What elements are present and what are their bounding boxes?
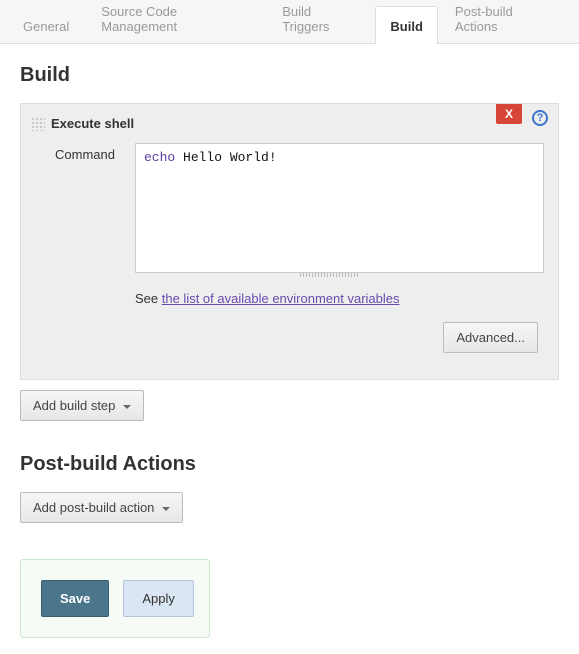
command-label: Command: [55, 143, 125, 162]
footer-actions: Save Apply: [20, 559, 210, 638]
tab-post-build[interactable]: Post-build Actions: [440, 0, 569, 44]
tab-scm[interactable]: Source Code Management: [86, 0, 265, 44]
drag-handle-icon[interactable]: [31, 117, 45, 131]
help-prefix-text: See: [135, 291, 162, 306]
tab-triggers[interactable]: Build Triggers: [267, 0, 373, 44]
build-step-title: Execute shell: [51, 116, 134, 131]
resize-handle-icon[interactable]: [135, 273, 544, 279]
tab-build[interactable]: Build: [375, 6, 438, 44]
post-build-section: Post-build Actions Add post-build action: [20, 453, 559, 523]
apply-button[interactable]: Apply: [123, 580, 194, 617]
post-build-title: Post-build Actions: [20, 453, 559, 476]
env-vars-help: See the list of available environment va…: [135, 291, 544, 306]
tab-general[interactable]: General: [8, 6, 84, 44]
build-steps-container: Execute shell X ? Command echo Hello Wor…: [20, 103, 559, 380]
add-build-step-button[interactable]: Add build step: [20, 390, 144, 421]
save-button[interactable]: Save: [41, 580, 109, 617]
help-icon[interactable]: ?: [532, 110, 548, 126]
content-area: Build Execute shell X ? Command echo Hel…: [0, 44, 579, 654]
env-vars-link[interactable]: the list of available environment variab…: [162, 291, 400, 306]
build-section-title: Build: [20, 64, 559, 87]
build-step-body: Command echo Hello World! See the list o…: [25, 137, 554, 375]
command-textarea[interactable]: echo Hello World!: [135, 143, 544, 273]
build-step-header: Execute shell X ?: [25, 108, 554, 137]
add-post-build-action-button[interactable]: Add post-build action: [20, 492, 183, 523]
config-tabs: General Source Code Management Build Tri…: [0, 0, 579, 44]
delete-step-button[interactable]: X: [496, 104, 522, 124]
advanced-button[interactable]: Advanced...: [443, 322, 538, 353]
